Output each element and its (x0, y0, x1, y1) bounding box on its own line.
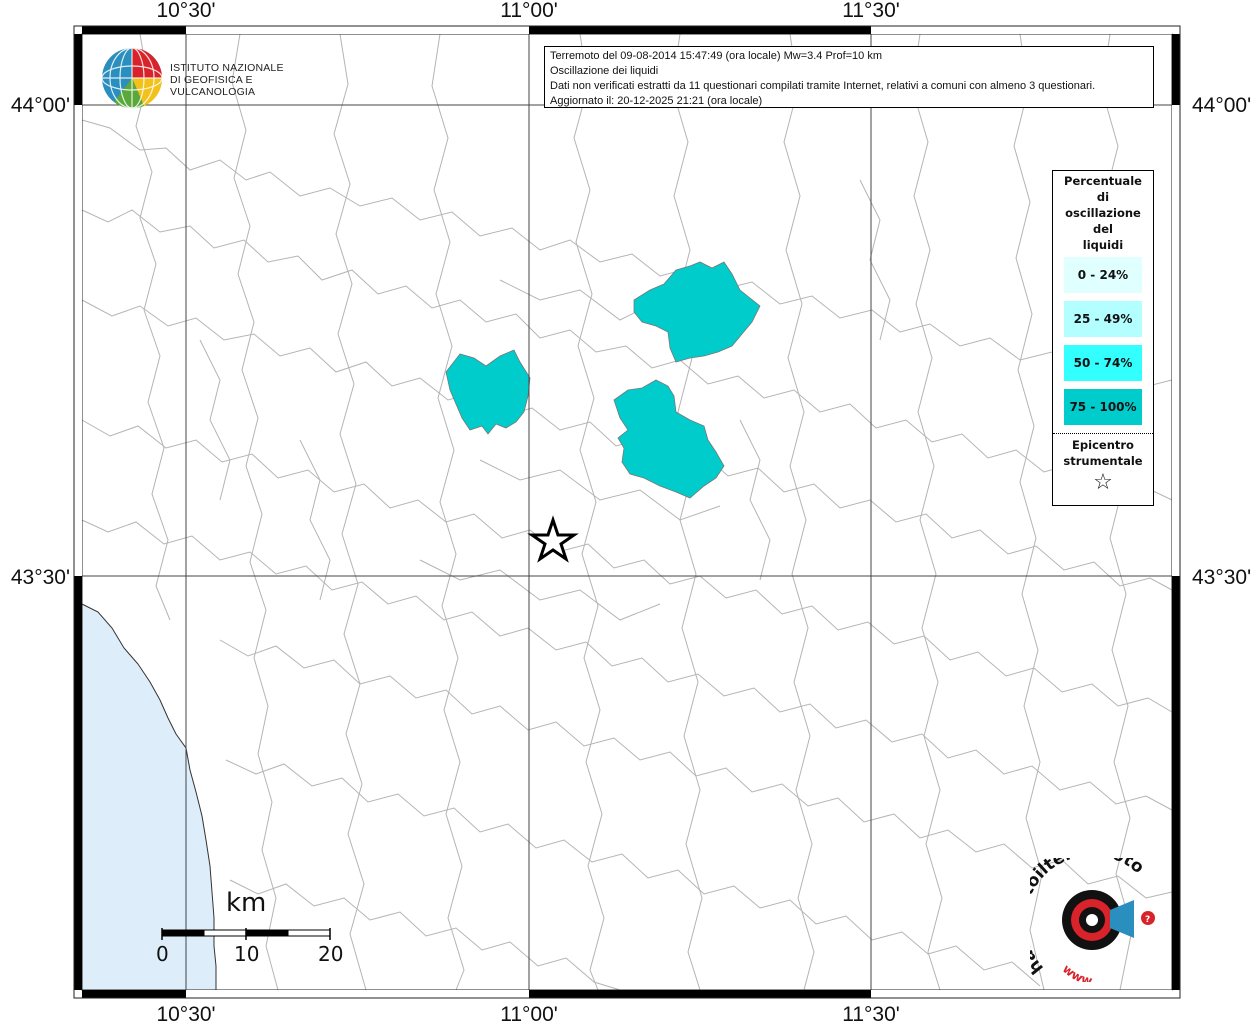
lon-label-top-2: 11°00' (500, 0, 558, 22)
lat-label-left-1: 44°00' (11, 94, 70, 117)
legend-class-75-100: 75 - 100% (1064, 389, 1142, 425)
www-mark: www. (1060, 962, 1096, 982)
institute-line-1: ISTITUTO NAZIONALE (170, 62, 284, 74)
update-timestamp: Aggiornato il: 20-12-2025 21:21 (ora loc… (550, 95, 763, 107)
scale-tick-20: 20 (318, 942, 344, 966)
lat-label-right-2: 43°30' (1192, 566, 1251, 589)
event-info-box: Terremoto del 09-08-2014 15:47:49 (ora l… (544, 46, 1154, 108)
institute-name: ISTITUTO NAZIONALE DI GEOFISICA E VULCAN… (170, 62, 320, 98)
legend-class-50-74: 50 - 74% (1064, 345, 1142, 381)
event-title: Terremoto del 09-08-2014 15:47:49 (ora l… (550, 50, 883, 62)
legend-class-25-49: 25 - 49% (1064, 301, 1142, 337)
map-area (82, 34, 1172, 990)
legend-title: Percentuale di oscillazione del liquidi (1064, 174, 1142, 252)
scale-unit: km (226, 888, 267, 918)
legend-class-0-24: 0 - 24% (1064, 257, 1142, 293)
lat-label-left-2: 43°30' (11, 566, 70, 589)
legend-star-icon: ☆ (1093, 470, 1113, 495)
lon-label-bottom-2: 11°00' (500, 1003, 558, 1024)
legend-separator (1053, 433, 1153, 434)
haisentito-logo: haisentitoilterremoto.it www. ? (1010, 840, 1170, 988)
lon-label-top-3: 11°30' (842, 0, 900, 22)
institute-line-2: DI GEOFISICA E VULCANOLOGIA (170, 74, 256, 98)
globe-icon (101, 47, 163, 109)
lon-label-bottom-3: 11°30' (842, 1003, 900, 1024)
scale-tick-0: 0 (156, 942, 169, 966)
legend-epicenter: Epicentro strumentale ☆ (1053, 437, 1153, 497)
lon-label-bottom-1: 10°30' (156, 1003, 215, 1024)
lon-label-top-1: 10°30' (156, 0, 215, 22)
data-note: Dati non verificati estratti da 11 quest… (550, 80, 1096, 92)
ingv-logo: ISTITUTO NAZIONALE DI GEOFISICA E VULCAN… (100, 46, 320, 112)
svg-text:?: ? (1145, 915, 1150, 925)
scale-tick-10: 10 (234, 942, 260, 966)
lat-label-right-1: 44°00' (1192, 94, 1251, 117)
map-subject: Oscillazione dei liquidi (550, 65, 659, 77)
legend: Percentuale di oscillazione del liquidi … (1052, 170, 1154, 506)
